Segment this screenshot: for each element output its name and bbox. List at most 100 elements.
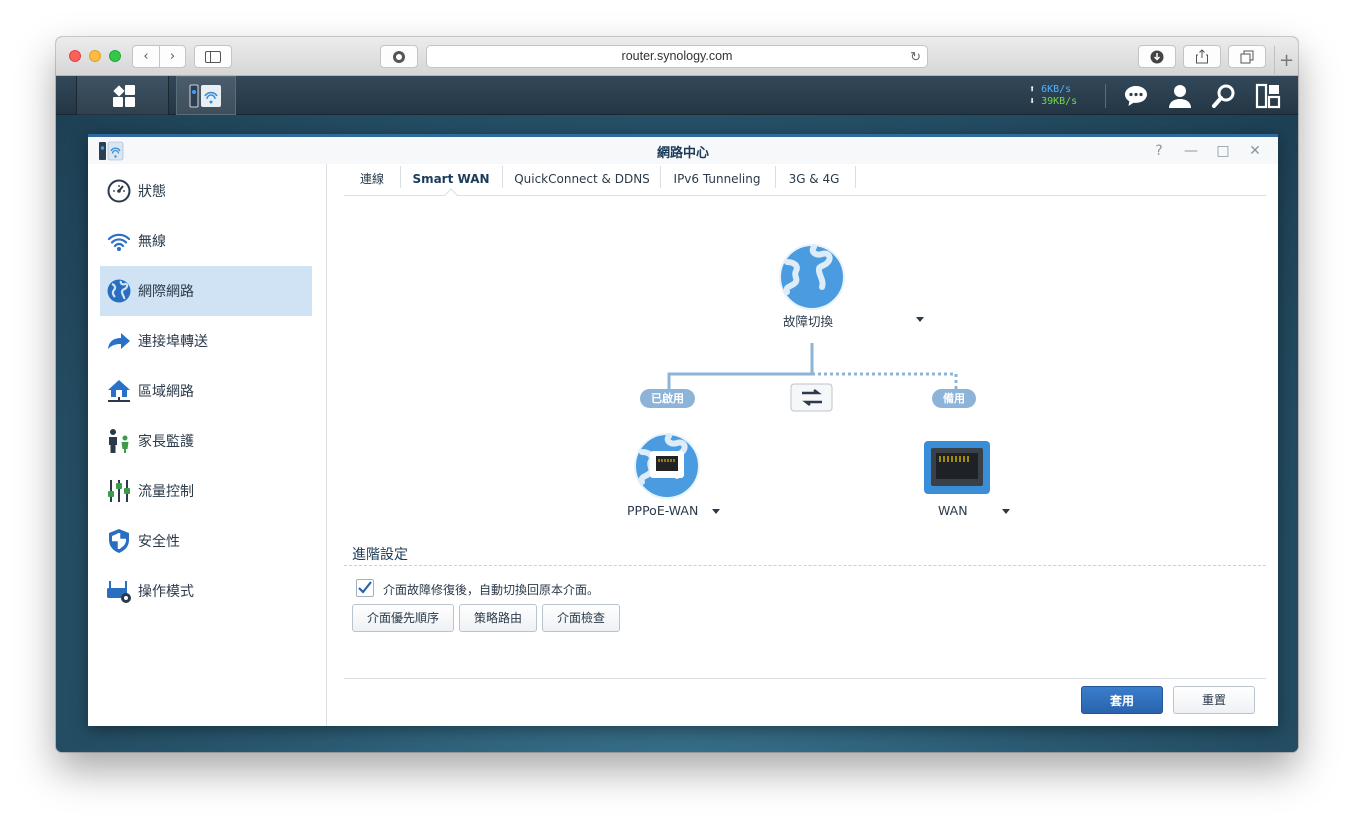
user-icon[interactable]	[1167, 83, 1193, 109]
auto-failback-checkbox[interactable]	[356, 579, 374, 597]
checkmark-icon	[358, 581, 372, 594]
backup-status-badge: 備用	[932, 389, 976, 408]
taskbar-network-center[interactable]	[176, 76, 236, 115]
family-icon	[106, 428, 132, 454]
sidebar-item-label: 操作模式	[138, 584, 194, 600]
maximize-icon[interactable]: □	[1215, 143, 1231, 159]
primary-status-badge: 已啟用	[640, 389, 695, 408]
sidebar-item-label: 無線	[138, 234, 166, 250]
advanced-divider	[344, 565, 1266, 566]
failover-dropdown-icon[interactable]	[916, 317, 924, 322]
download-speed: 39KB/s	[1041, 96, 1078, 107]
sidebar-item-label: 區域網路	[138, 384, 194, 400]
sidebar-item-security[interactable]: 安全性	[100, 516, 312, 566]
swap-interfaces-icon	[790, 383, 833, 412]
tab-ipv6-tunneling[interactable]: IPv6 Tunneling	[666, 164, 768, 194]
footer-divider	[344, 678, 1266, 679]
tab-quickconnect-ddns[interactable]: QuickConnect & DDNS	[508, 164, 656, 194]
download-icon	[1150, 50, 1164, 63]
close-window-button[interactable]	[69, 50, 81, 62]
zoom-window-button[interactable]	[109, 50, 121, 62]
home-network-icon	[106, 378, 132, 404]
reader-button[interactable]	[380, 45, 418, 68]
wan-label[interactable]: WAN	[938, 503, 968, 518]
sidebar-item-label: 安全性	[138, 534, 180, 550]
sidebar-item-traffic-control[interactable]: 流量控制	[100, 466, 312, 516]
taskbar-divider	[1105, 84, 1106, 108]
close-icon[interactable]: ✕	[1247, 143, 1263, 159]
forward-icon[interactable]: ›	[158, 46, 185, 67]
network-center-app-icon	[189, 84, 221, 108]
wifi-icon	[106, 228, 132, 254]
dsm-taskbar: ⬆ 6KB/s ⬇ 39KB/s	[56, 76, 1298, 115]
active-tab-indicator	[444, 188, 458, 196]
tab-bar: 連線 Smart WAN QuickConnect & DDNS IPv6 Tu…	[344, 164, 1266, 196]
smart-wan-diagram	[634, 244, 990, 499]
advanced-settings-title: 進階設定	[352, 547, 408, 563]
sidebar-item-label: 網際網路	[138, 284, 194, 300]
globe-icon	[106, 278, 132, 304]
failover-globe-icon	[779, 244, 845, 310]
sidebar-icon	[205, 50, 221, 63]
window-title: 網路中心	[656, 146, 709, 161]
network-center-window: 網路中心 ? — □ ✕ 狀態 無線 網際網路 連接埠轉送 區域網路 家長監護 …	[88, 134, 1278, 726]
main-menu-icon	[113, 85, 135, 107]
reset-button[interactable]: 重置	[1173, 686, 1255, 714]
main-menu-button[interactable]	[76, 76, 169, 115]
address-bar[interactable]: router.synology.com ↻	[426, 45, 928, 68]
sidebar-item-internet[interactable]: 網際網路	[100, 266, 312, 316]
sidebar-item-label: 流量控制	[138, 484, 194, 500]
share-button[interactable]	[1183, 45, 1221, 68]
sidebar-item-label: 家長監護	[138, 434, 194, 450]
new-tab-button[interactable]: +	[1274, 46, 1298, 76]
network-speed: ⬆ 6KB/s ⬇ 39KB/s	[1029, 84, 1077, 108]
pppoe-wan-label[interactable]: PPPoE-WAN	[627, 503, 698, 518]
dsm-desktop: ⬆ 6KB/s ⬇ 39KB/s 網路中心 ? — □ ✕ 狀態 無線 網際網路…	[56, 76, 1298, 752]
policy-routing-button[interactable]: 策略路由	[459, 604, 537, 632]
sidebar-item-status[interactable]: 狀態	[100, 166, 312, 216]
pppoe-wan-icon	[634, 433, 700, 499]
sidebar-item-port-forwarding[interactable]: 連接埠轉送	[100, 316, 312, 366]
downloads-button[interactable]	[1138, 45, 1176, 68]
upload-arrow-icon: ⬆	[1029, 84, 1036, 95]
wan-dropdown-icon[interactable]	[1002, 509, 1010, 514]
failover-mode-label[interactable]: 故障切換	[783, 311, 833, 330]
window-titlebar[interactable]: 網路中心 ? — □ ✕	[88, 134, 1278, 164]
share-icon	[1196, 49, 1208, 64]
history-nav: ‹ ›	[132, 45, 186, 68]
sidebar-item-local-network[interactable]: 區域網路	[100, 366, 312, 416]
interface-priority-button[interactable]: 介面優先順序	[352, 604, 454, 632]
tabs-overview-button[interactable]	[1228, 45, 1266, 68]
auto-failback-label: 介面故障修復後，自動切換回原本介面。	[383, 583, 600, 597]
url-text: router.synology.com	[621, 49, 733, 63]
gauge-icon	[106, 178, 132, 204]
tab-connection[interactable]: 連線	[350, 164, 394, 194]
privacy-icon	[393, 50, 405, 63]
pppoe-dropdown-icon[interactable]	[712, 509, 720, 514]
reload-icon[interactable]: ↻	[910, 46, 921, 67]
download-arrow-icon: ⬇	[1029, 96, 1036, 107]
browser-window: ‹ › router.synology.com ↻ + ⬆ 6KB/s ⬇ 39…	[56, 37, 1298, 752]
sliders-icon	[106, 478, 132, 504]
tab-3g-4g[interactable]: 3G & 4G	[781, 164, 847, 194]
apply-button[interactable]: 套用	[1081, 686, 1163, 714]
sidebar-item-label: 狀態	[138, 184, 166, 200]
interface-check-button[interactable]: 介面檢查	[542, 604, 620, 632]
sidebar-item-parental-control[interactable]: 家長監護	[100, 416, 312, 466]
sidebar-item-operation-mode[interactable]: 操作模式	[100, 566, 312, 616]
search-icon[interactable]	[1211, 83, 1237, 109]
sidebar-toggle-button[interactable]	[194, 45, 232, 68]
notification-chat-icon[interactable]	[1123, 83, 1149, 109]
widgets-icon[interactable]	[1255, 83, 1281, 109]
upload-speed: 6KB/s	[1041, 84, 1072, 95]
router-gear-icon	[106, 578, 132, 604]
shield-icon	[106, 528, 132, 554]
tabs-icon	[1240, 50, 1254, 63]
sidebar-item-wireless[interactable]: 無線	[100, 216, 312, 266]
back-icon[interactable]: ‹	[133, 46, 159, 67]
help-icon[interactable]: ?	[1151, 143, 1167, 159]
minimize-window-button[interactable]	[89, 50, 101, 62]
sidebar-item-label: 連接埠轉送	[138, 334, 208, 350]
browser-toolbar: ‹ › router.synology.com ↻ +	[56, 37, 1298, 76]
minimize-icon[interactable]: —	[1183, 143, 1199, 159]
